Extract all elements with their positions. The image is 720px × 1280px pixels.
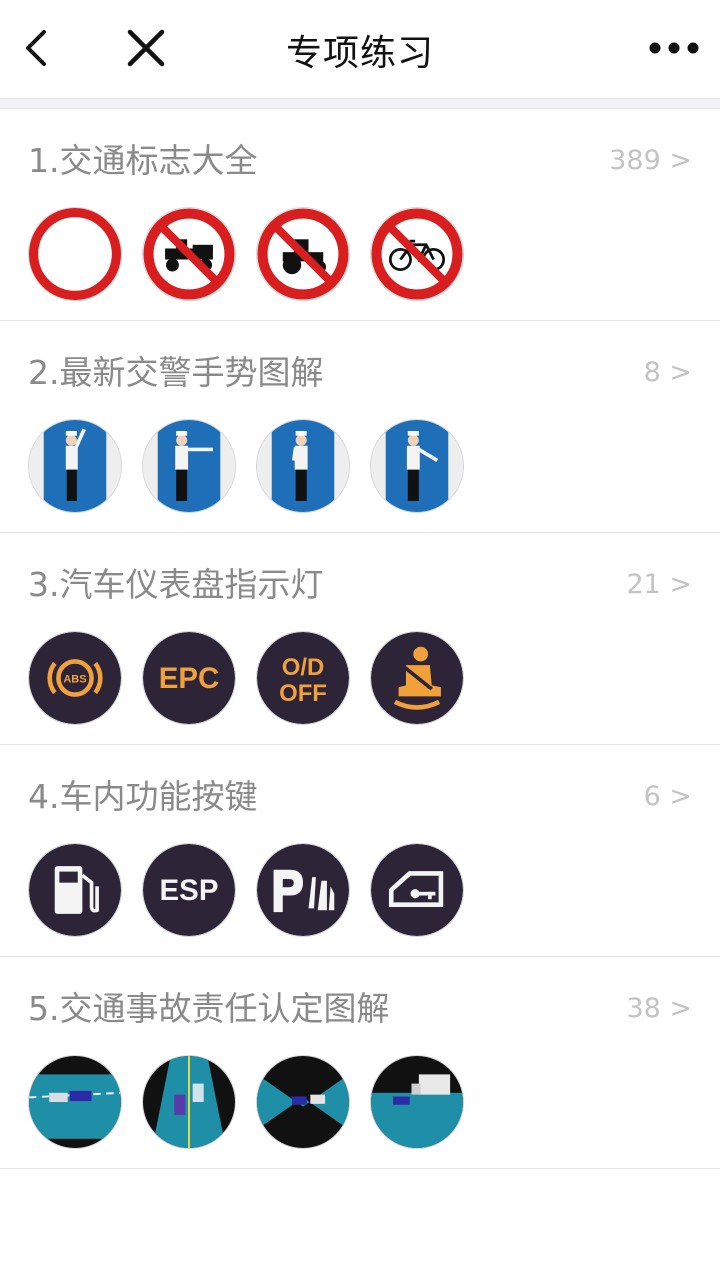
section-count: 38 > [626, 993, 692, 1024]
police-gesture-right-turn-icon[interactable] [370, 419, 464, 513]
thumbnail-row [28, 207, 464, 301]
accident-scene-1-icon[interactable] [28, 1055, 122, 1149]
door-lock-icon[interactable] [370, 843, 464, 937]
thumbnail-row: ESP [28, 843, 464, 937]
section-traffic-signs: 1.交通标志大全 389 > [0, 109, 720, 321]
accident-scene-2-icon[interactable] [142, 1055, 236, 1149]
thumbnail-row: ABS EPC O/D OFF [28, 631, 464, 725]
section-header[interactable]: 2.最新交警手势图解 8 > [0, 351, 720, 395]
accident-scene-4-icon[interactable] [370, 1055, 464, 1149]
no-entry-sign-icon[interactable] [28, 207, 122, 301]
esp-label: ESP [160, 874, 219, 907]
section-count: 8 > [643, 357, 692, 388]
accident-scene-3-icon[interactable] [256, 1055, 350, 1149]
thumbnail-row [28, 1055, 464, 1149]
abs-light-icon[interactable]: ABS [28, 631, 122, 725]
header-divider [0, 98, 720, 109]
section-count: 389 > [609, 145, 692, 176]
section-title: 5.交通事故责任认定图解 [28, 989, 390, 1028]
thumbnail-row [28, 419, 464, 513]
off-label: OFF [279, 680, 327, 707]
section-title: 2.最新交警手势图解 [28, 353, 324, 392]
fuel-pump-icon[interactable] [28, 843, 122, 937]
navigation-bar: 专项练习 [0, 0, 720, 98]
od-off-light-icon[interactable]: O/D OFF [256, 631, 350, 725]
section-title: 4.车内功能按键 [28, 777, 258, 816]
section-police-gestures: 2.最新交警手势图解 8 > [0, 321, 720, 533]
seatbelt-light-icon[interactable] [370, 631, 464, 725]
police-gesture-stop-icon[interactable] [28, 419, 122, 513]
section-header[interactable]: 5.交通事故责任认定图解 38 > [0, 987, 720, 1031]
section-accident-diagrams: 5.交通事故责任认定图解 38 > [0, 957, 720, 1169]
section-header[interactable]: 4.车内功能按键 6 > [0, 775, 720, 819]
esp-button-icon[interactable]: ESP [142, 843, 236, 937]
section-header[interactable]: 1.交通标志大全 389 > [0, 139, 720, 183]
epc-label: EPC [159, 662, 220, 695]
section-title: 1.交通标志大全 [28, 141, 258, 180]
parking-sensor-icon[interactable] [256, 843, 350, 937]
no-tractor-sign-icon[interactable] [256, 207, 350, 301]
no-bicycle-sign-icon[interactable] [370, 207, 464, 301]
no-tricycle-sign-icon[interactable] [142, 207, 236, 301]
more-button[interactable] [646, 20, 702, 76]
more-dots-icon [649, 42, 699, 54]
police-gesture-left-turn-icon[interactable] [256, 419, 350, 513]
section-dashboard-lights: 3.汽车仪表盘指示灯 21 > ABS EPC O/D OFF [0, 533, 720, 745]
abs-label: ABS [63, 674, 86, 686]
section-title: 3.汽车仪表盘指示灯 [28, 565, 324, 604]
od-label: O/D [282, 654, 325, 681]
page-title: 专项练习 [285, 33, 434, 74]
section-car-buttons: 4.车内功能按键 6 > ESP [0, 745, 720, 957]
epc-light-icon[interactable]: EPC [142, 631, 236, 725]
section-count: 6 > [643, 781, 692, 812]
police-gesture-straight-icon[interactable] [142, 419, 236, 513]
section-count: 21 > [626, 569, 692, 600]
section-header[interactable]: 3.汽车仪表盘指示灯 21 > [0, 563, 720, 607]
